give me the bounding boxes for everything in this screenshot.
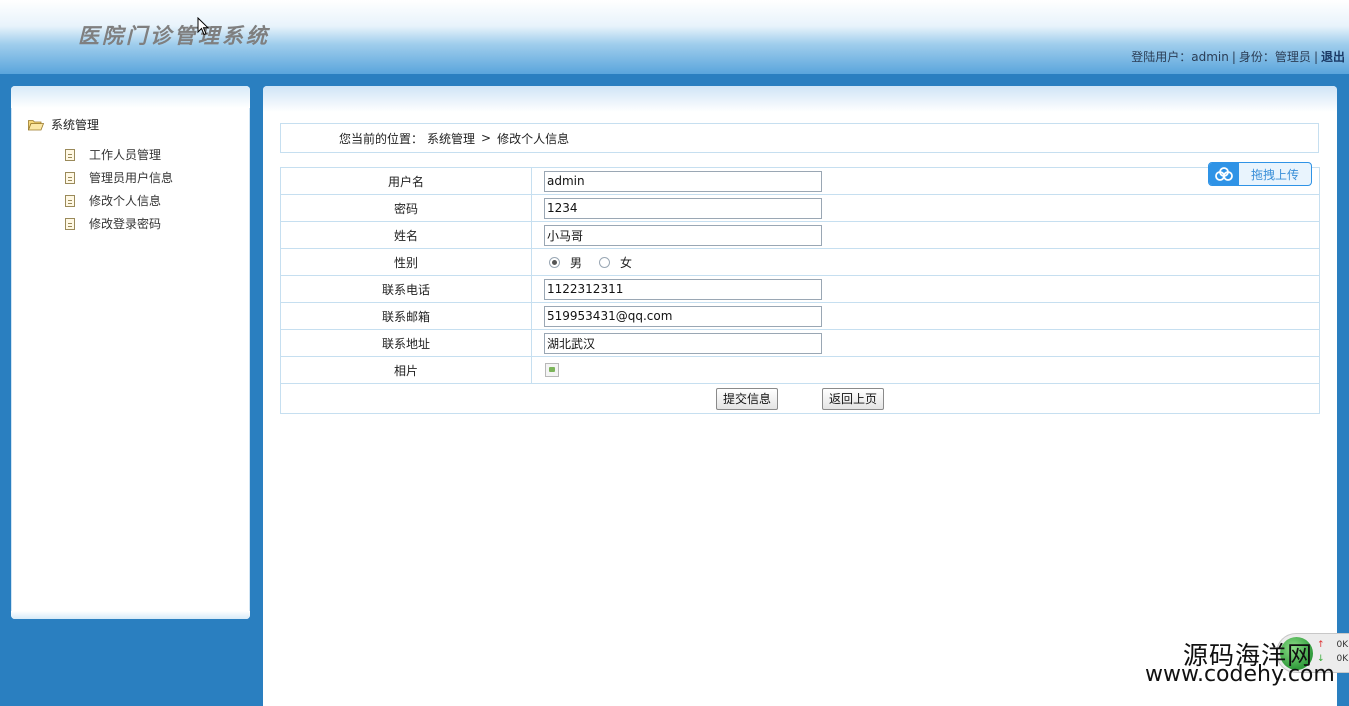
logout-link[interactable]: 退出 bbox=[1321, 50, 1345, 64]
username-label: 用户名 bbox=[280, 167, 532, 195]
watermark-url: www.codehy.com bbox=[1145, 662, 1335, 687]
separator: | bbox=[1313, 50, 1318, 64]
document-icon bbox=[65, 217, 75, 230]
app-logo: 医院门诊管理系统 bbox=[78, 23, 270, 48]
photo-label: 相片 bbox=[280, 356, 532, 384]
address-label: 联系地址 bbox=[280, 329, 532, 357]
role-label: 身份： bbox=[1238, 50, 1275, 64]
form-row-gender: 性别 男 女 bbox=[280, 248, 1320, 276]
sidebar-item-edit-profile[interactable]: 修改个人信息 bbox=[65, 189, 173, 212]
name-input[interactable] bbox=[544, 224, 822, 246]
separator: | bbox=[1231, 50, 1236, 64]
phone-label: 联系电话 bbox=[280, 275, 532, 303]
gender-male-radio[interactable] bbox=[549, 256, 560, 268]
password-input[interactable] bbox=[544, 197, 822, 219]
form-row-phone: 联系电话 bbox=[280, 275, 1320, 303]
form-row-username: 用户名 bbox=[280, 167, 1320, 195]
upload-speed: 0K bbox=[1336, 640, 1349, 650]
form-row-name: 姓名 bbox=[280, 221, 1320, 249]
breadcrumb-page: 修改个人信息 bbox=[497, 131, 570, 146]
gender-label: 性别 bbox=[280, 248, 532, 276]
header: 医院门诊管理系统 登陆用户：admin | 身份：管理员 | 退出 bbox=[0, 0, 1349, 75]
username: admin bbox=[1191, 50, 1229, 64]
gender-female-radio[interactable] bbox=[599, 256, 611, 268]
upload-arrow-icon: ↑ bbox=[1317, 640, 1325, 650]
gender-radio-group: 男 女 bbox=[544, 254, 1319, 271]
sidebar-menu: 工作人员管理 管理员用户信息 修改个人信息 修改登录密码 bbox=[65, 143, 173, 235]
drag-upload-label: 拖拽上传 bbox=[1250, 167, 1299, 182]
cloud-icon bbox=[1209, 163, 1239, 185]
download-speed: 0K bbox=[1336, 654, 1349, 664]
name-label: 姓名 bbox=[280, 221, 532, 249]
sidebar-item-admin-user-info[interactable]: 管理员用户信息 bbox=[65, 166, 173, 189]
user-role: 管理员 bbox=[1274, 50, 1311, 64]
broken-image-icon bbox=[545, 363, 559, 377]
password-label: 密码 bbox=[280, 194, 532, 222]
phone-input[interactable] bbox=[544, 278, 822, 300]
sidebar-item-label: 工作人员管理 bbox=[89, 148, 162, 162]
form-row-photo: 相片 bbox=[280, 356, 1320, 384]
document-icon bbox=[65, 194, 75, 207]
sidebar-item-label: 修改个人信息 bbox=[89, 194, 162, 208]
address-input[interactable] bbox=[544, 332, 822, 354]
back-button[interactable]: 返回上页 bbox=[822, 387, 885, 410]
sidebar-item-label: 管理员用户信息 bbox=[89, 171, 174, 185]
main-panel: 您当前的位置： 系统管理 > 修改个人信息 用户名 密码 姓名 性别 男 女 bbox=[263, 86, 1337, 706]
breadcrumb-prefix: 您当前的位置： bbox=[339, 131, 424, 146]
profile-form: 用户名 密码 姓名 性别 男 女 联系电话 bbox=[280, 167, 1320, 414]
sidebar-item-label: 修改登录密码 bbox=[89, 217, 162, 231]
sidebar-group-label: 系统管理 bbox=[51, 118, 100, 132]
sidebar-group-system-management[interactable]: 系统管理 bbox=[27, 116, 100, 133]
submit-button[interactable]: 提交信息 bbox=[715, 387, 778, 410]
gender-male-label: 男 bbox=[570, 255, 583, 270]
folder-open-icon bbox=[27, 119, 45, 131]
document-icon bbox=[65, 148, 75, 161]
form-row-address: 联系地址 bbox=[280, 329, 1320, 357]
user-label: 登陆用户： bbox=[1131, 50, 1192, 64]
email-label: 联系邮箱 bbox=[280, 302, 532, 330]
username-input[interactable] bbox=[544, 170, 822, 192]
form-row-password: 密码 bbox=[280, 194, 1320, 222]
gender-female-label: 女 bbox=[620, 255, 633, 270]
form-actions: 提交信息 返回上页 bbox=[280, 383, 1320, 414]
drag-upload-button[interactable]: 拖拽上传 bbox=[1208, 162, 1312, 186]
breadcrumb: 您当前的位置： 系统管理 > 修改个人信息 bbox=[280, 123, 1319, 153]
sidebar: 系统管理 工作人员管理 管理员用户信息 修改个人信息 修改登录密码 bbox=[11, 86, 250, 619]
document-icon bbox=[65, 171, 75, 184]
breadcrumb-arrow: > bbox=[481, 131, 492, 145]
user-info-bar: 登陆用户：admin | 身份：管理员 | 退出 bbox=[1131, 48, 1345, 65]
breadcrumb-section: 系统管理 bbox=[427, 131, 476, 146]
email-input[interactable] bbox=[544, 305, 822, 327]
sidebar-item-change-password[interactable]: 修改登录密码 bbox=[65, 212, 173, 235]
sidebar-item-staff-management[interactable]: 工作人员管理 bbox=[65, 143, 173, 166]
form-row-email: 联系邮箱 bbox=[280, 302, 1320, 330]
